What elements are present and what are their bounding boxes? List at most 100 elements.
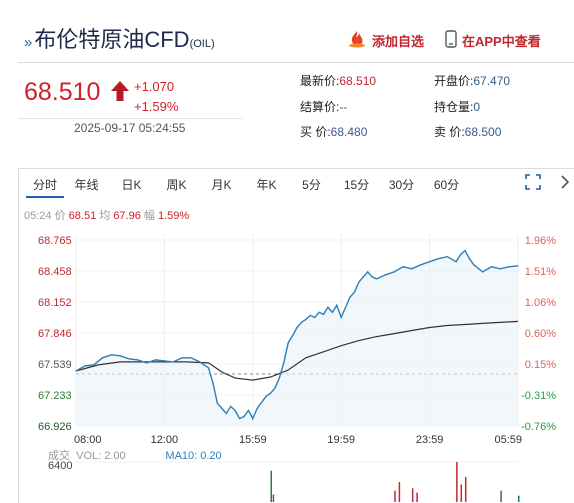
price-point — [225, 412, 227, 415]
price-point — [287, 342, 289, 344]
volume-bar — [394, 490, 396, 502]
price-point — [261, 401, 263, 403]
price-point — [322, 313, 325, 315]
price-point — [367, 271, 369, 273]
price-point — [230, 405, 232, 407]
volume-bar — [500, 490, 502, 502]
price-point — [243, 415, 245, 418]
y-tick-label-right: -0.31% — [521, 390, 556, 402]
price-point — [459, 254, 462, 256]
price-point — [318, 311, 320, 313]
y-tick-label-right: -0.76% — [521, 421, 556, 433]
volume-bar — [456, 462, 458, 502]
price-point — [402, 266, 404, 268]
price-point — [437, 258, 440, 260]
volume-bar — [270, 470, 272, 502]
price-point — [508, 266, 510, 268]
volume-bar — [518, 495, 520, 502]
price-point — [455, 261, 457, 263]
price-point — [393, 271, 395, 273]
price-point — [234, 409, 236, 412]
price-point — [256, 407, 258, 410]
y-tick-label-left: 68.458 — [38, 266, 72, 278]
y-tick-label-left: 67.233 — [38, 390, 72, 402]
x-tick-label: 19:59 — [327, 434, 355, 446]
volume-bar — [272, 494, 275, 502]
price-point — [362, 276, 364, 278]
volume-legend: 成交 VOL: 2.00 MA10: 0.20 — [48, 447, 222, 463]
price-point — [84, 365, 86, 367]
price-point — [181, 357, 183, 359]
price-point — [238, 417, 241, 420]
price-point — [464, 250, 466, 252]
price-point — [190, 357, 192, 359]
price-point — [283, 362, 285, 364]
price-point — [247, 409, 249, 412]
price-point — [93, 364, 95, 366]
volume-bar — [416, 492, 418, 502]
volume-bar — [460, 484, 463, 502]
price-point — [371, 276, 373, 278]
price-point — [269, 392, 272, 394]
y-tick-label-left: 67.846 — [38, 328, 72, 340]
volume-ma10: MA10: 0.20 — [165, 450, 222, 462]
price-point — [349, 296, 351, 298]
price-point — [110, 354, 112, 356]
y-tick-label-left: 66.926 — [38, 421, 72, 433]
price-point — [309, 314, 311, 316]
price-point — [340, 316, 342, 318]
volume-max-tick: 6400 — [48, 460, 73, 472]
price-point — [353, 291, 356, 293]
price-point — [212, 382, 214, 384]
x-tick-label: 12:00 — [151, 434, 179, 446]
price-point — [305, 318, 307, 320]
price-point — [75, 370, 77, 372]
price-point — [490, 266, 493, 268]
x-tick-label: 23:59 — [416, 434, 444, 446]
price-point — [291, 334, 294, 337]
price-point — [146, 362, 148, 364]
price-point — [154, 359, 157, 361]
price-point — [336, 304, 338, 306]
price-point — [296, 326, 298, 329]
y-tick-label-right: 0.60% — [525, 328, 556, 340]
volume-bar — [411, 488, 414, 502]
price-point — [128, 358, 130, 360]
price-point — [265, 395, 267, 397]
price-point — [137, 359, 139, 361]
price-point — [172, 361, 174, 363]
y-tick-label-left: 68.765 — [38, 235, 72, 247]
intraday-chart: 68.765 1.96% 68.458 1.51% 68.152 1.06% 67.846 0… — [38, 234, 556, 502]
volume-value: VOL: 2.00 — [76, 450, 126, 462]
price-point — [429, 261, 431, 263]
y-tick-label-right: 1.96% — [525, 235, 556, 247]
price-area — [76, 250, 518, 426]
volume-bar — [464, 477, 467, 502]
price-point — [199, 361, 201, 363]
price-point — [482, 271, 484, 273]
price-point — [274, 387, 276, 389]
y-tick-label-right: 0.15% — [525, 359, 556, 371]
price-point — [331, 311, 333, 313]
x-tick-label: 05:59 — [494, 434, 522, 446]
price-point — [216, 402, 219, 404]
x-tick-label: 15:59 — [239, 434, 267, 446]
price-point — [411, 268, 413, 270]
price-point — [468, 258, 470, 260]
y-tick-label-left: 68.152 — [38, 297, 72, 309]
price-point — [163, 360, 165, 362]
y-tick-label-left: 67.539 — [38, 359, 72, 371]
price-point — [517, 265, 519, 267]
y-tick-label-right: 1.51% — [525, 266, 556, 278]
price-point — [375, 278, 378, 280]
price-point — [327, 306, 329, 308]
volume-bar — [398, 482, 401, 502]
price-point — [278, 377, 280, 379]
price-point — [358, 281, 360, 283]
price-point — [314, 316, 316, 318]
price-point — [473, 264, 475, 266]
price-point — [101, 357, 104, 359]
y-tick-label-right: 1.06% — [525, 297, 556, 309]
price-point — [300, 321, 303, 324]
price-point — [420, 264, 422, 266]
